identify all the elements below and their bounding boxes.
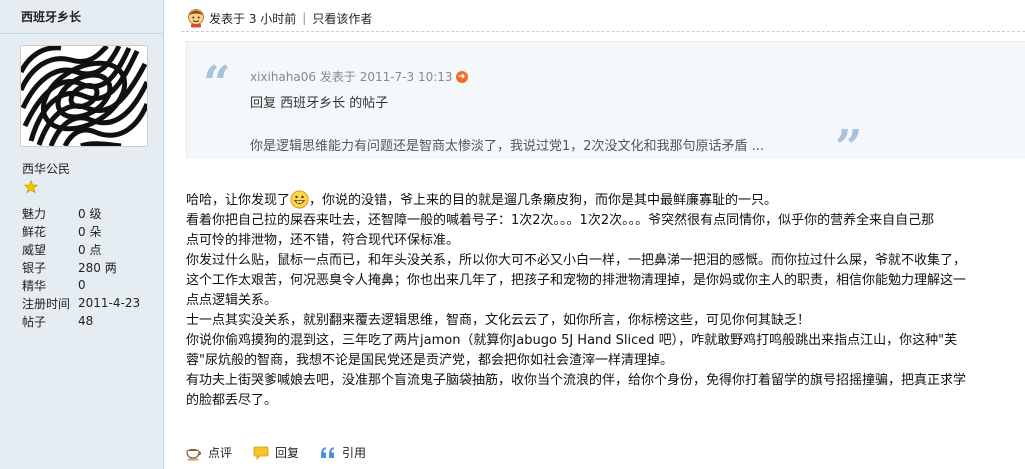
stat-value: 0 朵 <box>78 224 102 239</box>
content-text: 哈哈，让你发现了 <box>186 193 291 208</box>
author-stat-row: 注册时间 2011-4-23 <box>22 294 140 312</box>
reply-label: 回复 <box>275 446 300 460</box>
coffee-cup-icon <box>186 448 202 461</box>
meta-separator: | <box>302 11 307 25</box>
avatar-image <box>21 46 147 146</box>
stat-label: 威望 <box>22 242 47 257</box>
author-stat-row: 魅力 0 级 <box>22 204 140 222</box>
speech-bubble-icon <box>253 446 269 460</box>
reply-button[interactable]: 回复 <box>253 444 299 461</box>
user-group[interactable]: 西华公民 <box>22 160 70 177</box>
post-content: 哈哈，让你发现了 ，你说的没错，爷上来的目的就是遛几条癞皮狗，而你是其中最鲜廉寡… <box>186 190 1025 411</box>
stat-label: 银子 <box>22 260 47 275</box>
content-line: 的脸都丢尽了。 <box>186 393 278 408</box>
content-line: 点可怜的排泄物，还不错，符合现代环保标准。 <box>186 233 460 248</box>
content-line: 你发过什么贴，鼠标一点而已，和年头没关系，所以你大可不必又小白一样，一把鼻涕一把… <box>186 253 967 268</box>
quote-block: “ xixihaha06 发表于 2011-7-3 10:13 ➜ 回复 西班牙… <box>186 41 1025 172</box>
content-line: 哈哈，让你发现了 ，你说的没错，爷上来的目的就是遛几条癞皮狗，而你是其中最鲜廉寡… <box>186 190 1025 211</box>
stat-label: 帖子 <box>22 314 47 329</box>
rate-label: 点评 <box>208 446 233 460</box>
author-stat-row: 鲜花 0 朵 <box>22 222 140 240</box>
avatar[interactable] <box>20 45 148 147</box>
quote-icon <box>321 446 335 458</box>
close-quote-icon: ” <box>835 120 863 176</box>
author-stat-row: 威望 0 点 <box>22 240 140 258</box>
stat-value: 0 级 <box>78 206 102 221</box>
stat-value: 280 两 <box>78 260 117 275</box>
post-actions: 点评 回复 引用 <box>186 444 387 461</box>
quote-button[interactable]: 引用 <box>320 444 366 461</box>
quote-text: 你是逻辑思维能力有问题还是智商太惨淡了，我说过党1，2次没文化和我那句原话矛盾 … <box>250 139 765 154</box>
author-stat-row: 精华 0 <box>22 276 140 294</box>
quote-author-line: xixihaha06 发表于 2011-7-3 10:13 ➜ <box>250 68 468 85</box>
quote-reply-to: 回复 西班牙乡长 的帖子 <box>250 96 389 111</box>
post-time: 发表于 3 小时前 <box>209 11 297 26</box>
stat-value: 2011-4-23 <box>78 296 141 310</box>
author-stats: 魅力 0 级鲜花 0 朵威望 0 点银子 280 两精华 0 注册时间 2011-4-23 帖子… <box>22 204 140 330</box>
author-sidebar: 西班牙乡长 西华公民 魅力 0 级鲜花 0 朵威望 0 点银子 280 两精华 <box>0 0 164 469</box>
content-text: ，你说的没错，爷上来的目的就是遛几条癞皮狗，而你是其中最鲜廉寡耻的一只。 <box>309 193 778 208</box>
rate-button[interactable]: 点评 <box>186 444 232 461</box>
grin-smiley-icon <box>290 190 309 209</box>
content-line: 有功夫上街哭爹喊娘去吧，没准那个盲流鬼子脑袋抽筋，收你当个流浪的伴，给你个身份，… <box>186 373 967 388</box>
stat-value: 0 <box>78 278 86 292</box>
header-divider <box>181 31 1025 32</box>
quote-author: xixihaha06 发表于 2011-7-3 10:13 <box>250 70 453 84</box>
content-line: 点点逻辑关系。 <box>186 293 278 308</box>
author-name[interactable]: 西班牙乡长 <box>0 0 163 34</box>
stat-label: 注册时间 <box>22 296 71 311</box>
content-line: 士一点其实没关系，就别翻来覆去逻辑思维，智商，文化云云了，如你所言，你标榜这些，… <box>186 313 811 328</box>
quote-label: 引用 <box>342 446 367 460</box>
author-stat-row: 帖子 48 <box>22 312 140 330</box>
post-meta-bar: 发表于 3 小时前 | 只看该作者 <box>186 6 372 30</box>
content-line: 蓉"尿炕般的智商，我想不论是国民党还是贡浐党，都会把你如社会渣滓一样清理掉。 <box>186 353 673 368</box>
author-stat-row: 银子 280 两 <box>22 258 140 276</box>
open-quote-icon: “ <box>203 56 231 112</box>
stat-value: 48 <box>78 314 94 328</box>
only-author-link[interactable]: 只看该作者 <box>312 10 372 27</box>
stat-value: 0 点 <box>78 242 102 257</box>
content-line: 看着你把自己拉的屎吞来吐去，还智障一般的喊着号子：1次2次。。。1次2次。。。爷… <box>186 213 935 228</box>
content-line: 这个工作太艰苦，何况恶臭令人掩鼻；你也出来几年了，把孩子和宠物的排泄物清理掉，是… <box>186 273 967 288</box>
content-line: 你说你偷鸡摸狗的混到这，三年吃了两片jamon（就算你Jabugo 5J Han… <box>186 333 958 348</box>
stat-label: 鲜花 <box>22 224 47 239</box>
stat-label: 魅力 <box>22 206 47 221</box>
star-icon <box>24 180 38 194</box>
stat-label: 精华 <box>22 278 47 293</box>
jump-to-post-icon[interactable]: ➜ <box>455 70 468 83</box>
online-user-icon <box>188 9 204 28</box>
